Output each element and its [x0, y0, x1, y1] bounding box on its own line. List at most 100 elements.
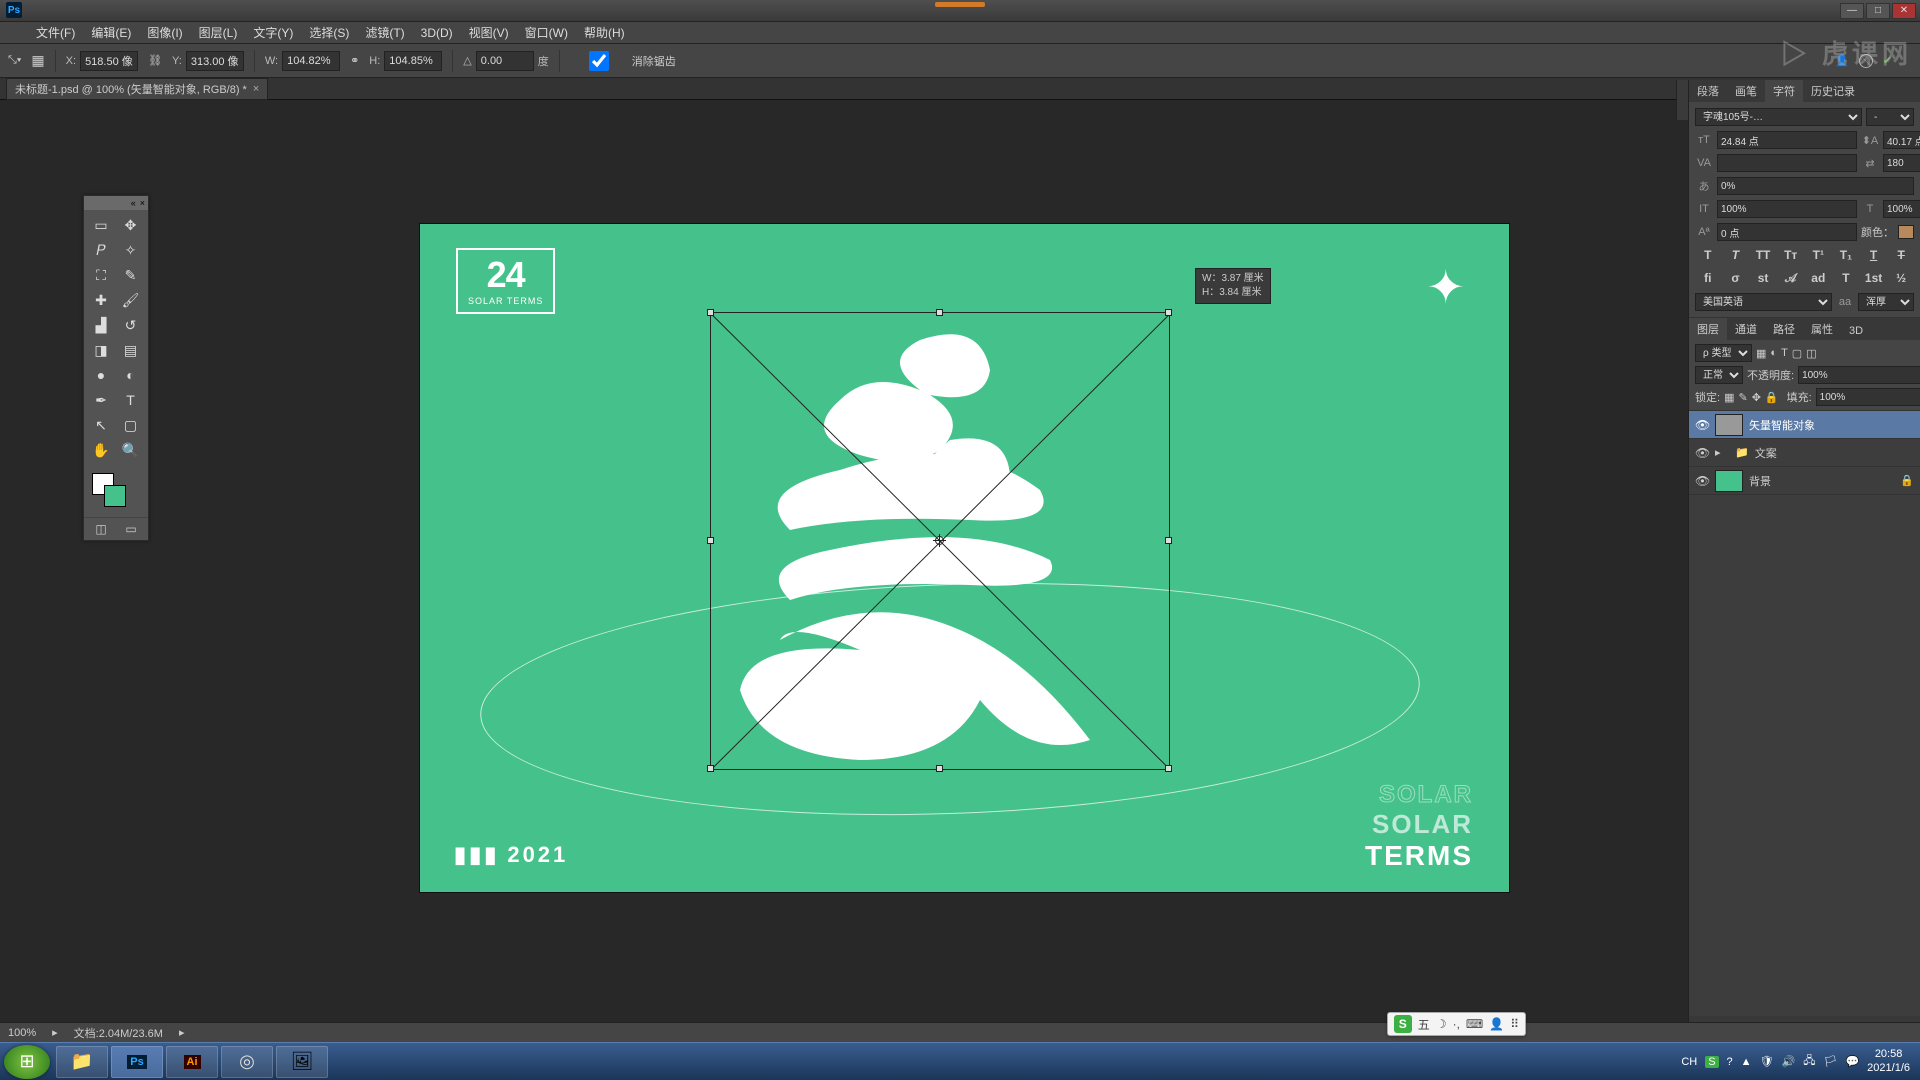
start-button[interactable]: ⊞ [4, 1045, 50, 1079]
layer-group-text[interactable]: 👁 ▸ 📁 文案 [1689, 439, 1920, 467]
y-input[interactable] [186, 51, 244, 71]
transform-handle-ml[interactable] [707, 537, 714, 544]
menu-select[interactable]: 选择(S) [303, 22, 355, 43]
tab-layers[interactable]: 图层 [1689, 318, 1727, 340]
leading-input[interactable] [1883, 131, 1920, 149]
st-button[interactable]: st [1750, 271, 1776, 286]
transform-handle-mr[interactable] [1165, 537, 1172, 544]
transform-handle-tl[interactable] [707, 309, 714, 316]
close-button[interactable]: ✕ [1892, 3, 1916, 19]
status-flyout-icon[interactable]: ▸ [179, 1026, 185, 1039]
stamp-tool-icon[interactable]: ▟ [87, 313, 115, 337]
close-tab-icon[interactable]: × [253, 83, 259, 95]
menu-view[interactable]: 视图(V) [463, 22, 515, 43]
tab-properties[interactable]: 属性 [1803, 318, 1841, 340]
history-brush-tool-icon[interactable]: ↺ [117, 313, 145, 337]
w-input[interactable] [282, 51, 340, 71]
menu-filter[interactable]: 滤镜(T) [359, 22, 410, 43]
blend-mode-select[interactable]: 正常 [1695, 366, 1743, 384]
filter-adjust-icon[interactable]: ◐ [1770, 347, 1777, 359]
user-icon[interactable]: 👤 [1835, 54, 1849, 68]
menu-help[interactable]: 帮助(H) [578, 22, 631, 43]
bold-button[interactable]: T [1695, 248, 1721, 262]
taskbar-obs[interactable]: ◎ [221, 1046, 273, 1078]
tray-flag-icon[interactable]: 🏳 [1824, 1055, 1838, 1068]
layer-thumbnail[interactable] [1715, 470, 1743, 492]
menu-edit[interactable]: 编辑(E) [85, 22, 137, 43]
color-swatches[interactable] [88, 469, 144, 513]
layer-thumbnail[interactable] [1715, 414, 1743, 436]
crop-tool-icon[interactable]: ⛶ [87, 263, 115, 287]
allcaps-button[interactable]: TT [1750, 248, 1776, 262]
tray-volume-icon[interactable]: 🔊 [1782, 1055, 1796, 1068]
cancel-transform-button[interactable]: ＼ [1859, 54, 1873, 68]
transform-handle-br[interactable] [1165, 765, 1172, 772]
menu-image[interactable]: 图像(I) [141, 22, 188, 43]
tray-network-icon[interactable]: 🖧 [1803, 1052, 1815, 1071]
path-select-tool-icon[interactable]: ↖ [87, 413, 115, 437]
layer-smart-object[interactable]: 👁 矢量智能对象 [1689, 411, 1920, 439]
layer-background[interactable]: 👁 背景 🔒 [1689, 467, 1920, 495]
type-tool-icon[interactable]: T [117, 388, 145, 412]
transform-bounding-box[interactable] [710, 312, 1170, 770]
brush-tool-icon[interactable]: 🖌 [117, 288, 145, 312]
filter-shape-icon[interactable]: ▢ [1792, 347, 1802, 360]
fill-input[interactable] [1816, 388, 1920, 406]
underline-button[interactable]: T [1861, 248, 1887, 262]
tab-character[interactable]: 字符 [1765, 80, 1803, 102]
tray-action-icon[interactable]: 💬 [1845, 1055, 1859, 1068]
ime-keyboard-icon[interactable]: ⌨ [1466, 1017, 1483, 1031]
minimize-button[interactable]: — [1840, 3, 1864, 19]
hand-tool-icon[interactable]: ✋ [87, 438, 115, 462]
tray-shield-icon[interactable]: 🛡 [1760, 1055, 1774, 1068]
gradient-tool-icon[interactable]: ▤ [117, 338, 145, 362]
blur-tool-icon[interactable]: ● [87, 363, 115, 387]
filter-smart-icon[interactable]: ◫ [1806, 347, 1816, 360]
fi-button[interactable]: fi [1695, 271, 1721, 286]
h-input[interactable] [384, 51, 442, 71]
eyedropper-tool-icon[interactable]: ✎ [117, 263, 145, 287]
document-tab[interactable]: 未标题-1.psd @ 100% (矢量智能对象, RGB/8) * × [6, 78, 268, 100]
eraser-tool-icon[interactable]: ◨ [87, 338, 115, 362]
ime-moon-icon[interactable]: ☽ [1436, 1017, 1447, 1031]
ordinals-button[interactable]: T [1833, 271, 1859, 286]
menu-3d[interactable]: 3D(D) [415, 24, 459, 42]
healing-brush-tool-icon[interactable]: ✚ [87, 288, 115, 312]
swap-xy-icon[interactable]: ⛓ [148, 54, 162, 67]
tab-history[interactable]: 历史记录 [1803, 80, 1863, 102]
opacity-input[interactable] [1798, 366, 1920, 384]
tray-help-icon[interactable]: ? [1727, 1056, 1733, 1068]
hscale-input[interactable] [1883, 200, 1920, 218]
smallcaps-button[interactable]: Tᴛ [1778, 248, 1804, 262]
tray-sogou-icon[interactable]: S [1705, 1056, 1718, 1068]
transform-center-point[interactable] [935, 536, 944, 545]
ime-menu-icon[interactable]: ⠿ [1510, 1017, 1519, 1031]
fractions-button[interactable]: 1st [1861, 271, 1887, 286]
screenmode-icon[interactable]: ▭ [125, 522, 136, 536]
background-color[interactable] [104, 485, 126, 507]
swash-button[interactable]: 𝒜 [1778, 271, 1804, 286]
visibility-toggle-icon[interactable]: 👁 [1695, 418, 1709, 432]
ime-mode[interactable]: 五 [1418, 1016, 1430, 1033]
visibility-toggle-icon[interactable]: 👁 [1695, 446, 1709, 460]
transform-tool-icon[interactable]: ⤡▾ [8, 54, 21, 67]
shape-tool-icon[interactable]: ▢ [117, 413, 145, 437]
status-arrow-icon[interactable]: ▸ [52, 1026, 58, 1039]
menu-file[interactable]: 文件(F) [30, 22, 81, 43]
font-size-input[interactable] [1717, 131, 1857, 149]
zoom-tool-icon[interactable]: 🔍 [117, 438, 145, 462]
antialias-checkbox[interactable] [570, 51, 628, 71]
taskbar-illustrator[interactable]: Ai [166, 1046, 218, 1078]
menu-layer[interactable]: 图层(L) [193, 22, 244, 43]
tracking-input[interactable] [1883, 154, 1920, 172]
ime-punct-icon[interactable]: ·, [1453, 1017, 1460, 1031]
half-button[interactable]: ½ [1888, 271, 1914, 286]
transform-handle-bm[interactable] [936, 765, 943, 772]
zoom-level[interactable]: 100% [8, 1027, 36, 1039]
lock-position-icon[interactable]: ✥ [1752, 391, 1761, 404]
panel-collapse-strip[interactable] [1676, 80, 1688, 120]
transform-handle-bl[interactable] [707, 765, 714, 772]
tab-paths[interactable]: 路径 [1765, 318, 1803, 340]
move-tool-icon[interactable]: ✥ [117, 213, 145, 237]
x-input[interactable] [80, 51, 138, 71]
